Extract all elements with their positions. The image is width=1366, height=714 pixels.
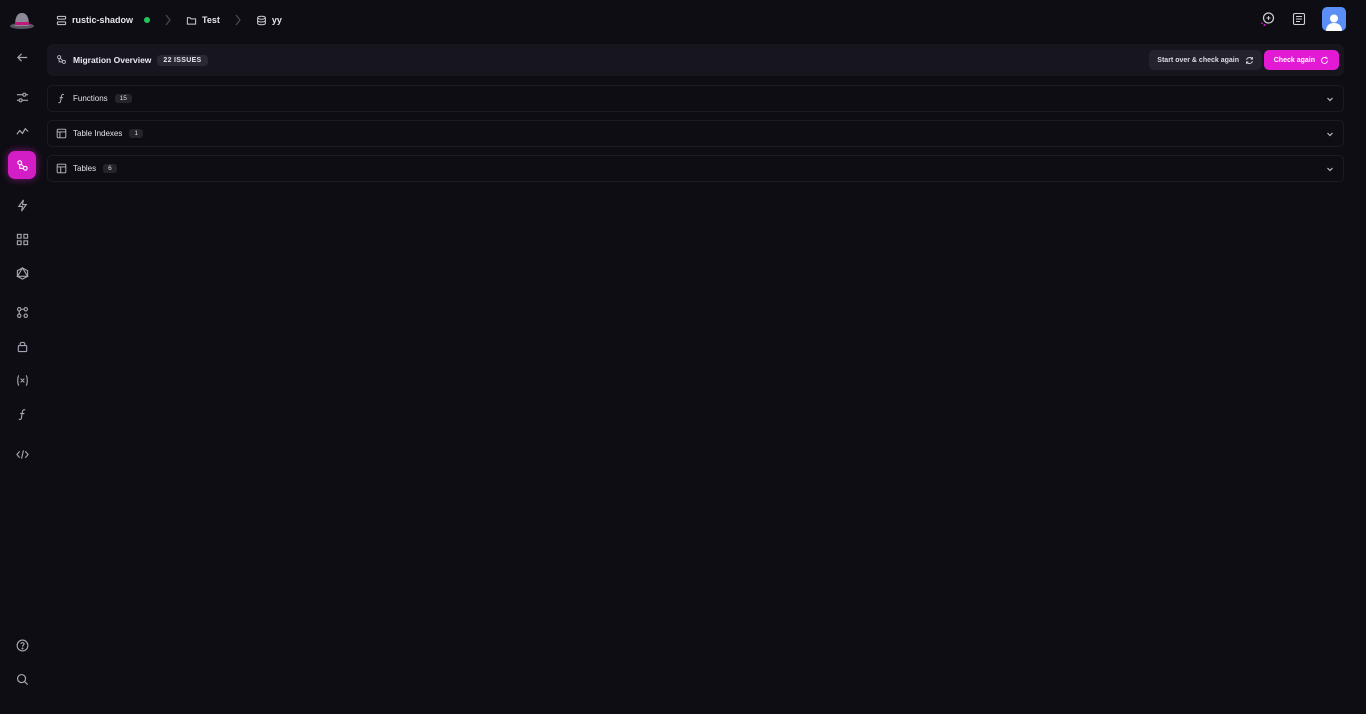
docs-icon[interactable] bbox=[1290, 10, 1308, 28]
grid-icon[interactable] bbox=[8, 225, 36, 253]
git-icon[interactable] bbox=[8, 298, 36, 326]
bolt-icon[interactable] bbox=[8, 191, 36, 219]
section-label: Tables bbox=[73, 164, 97, 173]
index-icon bbox=[55, 128, 67, 140]
overview-title-group: Migration Overview 22 ISSUES bbox=[56, 54, 208, 67]
graphql-icon[interactable] bbox=[8, 259, 36, 287]
folder-icon bbox=[186, 16, 197, 25]
refresh-icon bbox=[1246, 56, 1253, 64]
project-name: Test bbox=[202, 15, 220, 25]
status-online-dot bbox=[144, 17, 151, 23]
hat-logo-icon bbox=[10, 13, 34, 29]
database-icon bbox=[257, 15, 266, 25]
activity-icon[interactable] bbox=[8, 117, 36, 145]
function-icon[interactable] bbox=[8, 400, 36, 428]
lock-icon[interactable] bbox=[8, 332, 36, 360]
breadcrumb: rustic-shadow Test yy bbox=[56, 12, 282, 28]
search-icon[interactable] bbox=[8, 665, 36, 693]
start-over-button[interactable]: Start over & check again bbox=[1149, 50, 1262, 70]
server-icon bbox=[56, 15, 67, 25]
instance-name: rustic-shadow bbox=[72, 15, 134, 25]
user-avatar[interactable] bbox=[1322, 7, 1346, 31]
database-name: yy bbox=[271, 15, 282, 25]
section-count: 1 bbox=[129, 129, 143, 138]
section-count: 6 bbox=[103, 164, 117, 173]
start-over-label: Start over & check again bbox=[1157, 56, 1239, 64]
sidebar bbox=[0, 40, 44, 714]
sliders-icon[interactable] bbox=[8, 83, 36, 111]
chevron-down-icon[interactable] bbox=[1325, 164, 1335, 174]
help-icon[interactable] bbox=[8, 631, 36, 659]
code-icon[interactable] bbox=[8, 440, 36, 468]
section-functions[interactable]: Functions 15 bbox=[47, 85, 1344, 112]
migration-icon bbox=[56, 54, 67, 67]
reload-icon bbox=[1321, 56, 1328, 64]
migration-icon[interactable] bbox=[8, 151, 36, 179]
breadcrumb-project[interactable]: Test bbox=[186, 15, 220, 26]
ai-assistant-icon[interactable] bbox=[1258, 10, 1276, 28]
breadcrumb-database[interactable]: yy bbox=[256, 15, 282, 26]
check-again-label: Check again bbox=[1273, 56, 1315, 64]
chevron-down-icon[interactable] bbox=[1325, 129, 1335, 139]
breadcrumb-instance[interactable]: rustic-shadow bbox=[56, 15, 151, 26]
variables-icon[interactable] bbox=[8, 366, 36, 394]
section-table-indexes[interactable]: Table Indexes 1 bbox=[47, 120, 1344, 147]
section-count: 15 bbox=[114, 94, 132, 103]
back-arrow-icon[interactable] bbox=[8, 43, 36, 71]
chevron-right-icon bbox=[164, 14, 172, 26]
app-logo[interactable] bbox=[8, 8, 36, 32]
table-icon bbox=[55, 163, 67, 175]
section-tables[interactable]: Tables 6 bbox=[47, 155, 1344, 182]
issues-badge: 22 ISSUES bbox=[157, 54, 208, 66]
migration-overview-header: Migration Overview 22 ISSUES Start over … bbox=[47, 44, 1344, 76]
section-label: Functions bbox=[73, 94, 108, 103]
check-again-button[interactable]: Check again bbox=[1263, 50, 1339, 70]
chevron-right-icon bbox=[234, 14, 242, 26]
page-title: Migration Overview bbox=[73, 55, 152, 65]
function-icon bbox=[55, 93, 67, 105]
chevron-down-icon[interactable] bbox=[1325, 94, 1335, 104]
top-right-actions bbox=[1258, 7, 1346, 31]
top-bar: rustic-shadow Test yy bbox=[0, 0, 1366, 40]
section-label: Table Indexes bbox=[73, 129, 123, 138]
